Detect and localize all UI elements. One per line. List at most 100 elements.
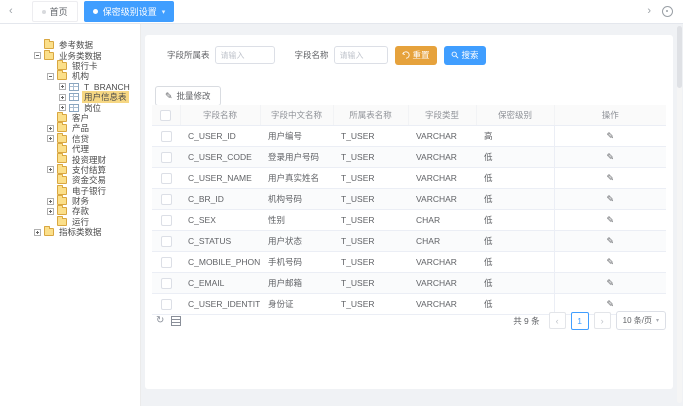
table-row: C_USER_CODE 登录用户号码 T_USER VARCHAR 低 ✎ — [152, 147, 666, 168]
edit-pencil-icon: ✎ — [165, 92, 173, 101]
expand-icon[interactable] — [47, 166, 54, 173]
spacer — [47, 146, 54, 153]
refresh-icon[interactable]: ↻ — [156, 316, 164, 326]
folder-icon — [57, 187, 67, 195]
current-page[interactable]: 1 — [571, 312, 589, 330]
tab-security-level-settings[interactable]: 保密级别设置 ▾ — [84, 1, 175, 22]
table-row: C_USER_NAME 用户真实姓名 T_USER VARCHAR 低 ✎ — [152, 168, 666, 189]
tab-dot-icon — [42, 10, 46, 14]
column-settings-icon[interactable] — [171, 316, 181, 326]
table-row: C_EMAIL 用户邮箱 T_USER VARCHAR 低 ✎ — [152, 273, 666, 294]
expand-icon[interactable] — [59, 83, 66, 90]
edit-pencil-icon[interactable]: ✎ — [606, 194, 614, 204]
tabs-scroll-left-icon[interactable]: ‹ — [6, 6, 16, 17]
row-checkbox[interactable] — [161, 215, 172, 226]
edit-pencil-icon[interactable]: ✎ — [606, 299, 614, 309]
cell-owner-table: T_USER — [333, 189, 408, 210]
tab-caret-down-icon[interactable]: ▾ — [162, 8, 166, 16]
expand-icon[interactable] — [47, 125, 54, 132]
tab-bar: ‹ 首页 保密级别设置 ▾ › — [0, 0, 683, 24]
total-count: 共 9 条 — [513, 315, 539, 327]
pagination: 共 9 条 ‹ 1 › 10 条/页 ▾ — [513, 311, 666, 330]
expand-icon[interactable] — [59, 104, 66, 111]
folder-icon — [57, 166, 67, 174]
page-size-value: 10 条/页 — [623, 315, 652, 326]
field-name-input[interactable] — [334, 46, 388, 64]
cell-owner-table: T_USER — [333, 168, 408, 189]
cell-field-name: C_BR_ID — [180, 189, 260, 210]
expand-icon[interactable] — [47, 208, 54, 215]
tree-node-organization[interactable]: 机构 — [0, 71, 140, 81]
row-checkbox[interactable] — [161, 152, 172, 163]
cell-security-level: 低 — [476, 273, 554, 294]
row-checkbox[interactable] — [161, 299, 172, 310]
cell-field-cn-name: 性别 — [260, 210, 333, 231]
batch-edit-button[interactable]: ✎ 批量修改 — [155, 86, 221, 106]
field-table-input[interactable] — [215, 46, 275, 64]
row-checkbox[interactable] — [161, 194, 172, 205]
row-checkbox[interactable] — [161, 173, 172, 184]
expand-icon[interactable] — [47, 135, 54, 142]
edit-pencil-icon[interactable]: ✎ — [606, 215, 614, 225]
table-header-row: 字段名称 字段中文名称 所属表名称 字段类型 保密级别 操作 — [152, 105, 666, 126]
cell-owner-table: T_USER — [333, 210, 408, 231]
cell-field-cn-name: 手机号码 — [260, 252, 333, 273]
row-checkbox[interactable] — [161, 236, 172, 247]
cell-security-level: 低 — [476, 210, 554, 231]
scrollbar-thumb[interactable] — [677, 26, 682, 88]
row-checkbox[interactable] — [161, 278, 172, 289]
expand-icon[interactable] — [34, 229, 41, 236]
folder-icon — [57, 124, 67, 132]
expand-icon[interactable] — [47, 198, 54, 205]
edit-pencil-icon[interactable]: ✎ — [606, 257, 614, 267]
tabs-scroll-right-icon[interactable]: › — [644, 6, 654, 17]
folder-icon — [57, 218, 67, 226]
col-security-level: 保密级别 — [476, 105, 554, 126]
cell-field-type: VARCHAR — [408, 147, 476, 168]
main-panel: 字段所属表 字段名称 重置 搜索 ✎ 批量修改 字段名称 字段中文名称 所属表名… — [145, 35, 673, 389]
cell-field-type: VARCHAR — [408, 189, 476, 210]
cell-field-name: C_USER_ID — [180, 126, 260, 147]
folder-icon — [57, 155, 67, 163]
folder-icon — [57, 176, 67, 184]
table-icon — [69, 83, 79, 91]
cell-owner-table: T_USER — [333, 147, 408, 168]
table-row: C_USER_ID 用户编号 T_USER VARCHAR 高 ✎ — [152, 126, 666, 147]
folder-icon — [57, 197, 67, 205]
select-all-checkbox[interactable] — [160, 110, 171, 121]
spacer — [47, 156, 54, 163]
refresh-left-icon — [402, 51, 410, 59]
expand-icon[interactable] — [59, 94, 66, 101]
tree-node-position[interactable]: 岗位 — [0, 102, 140, 112]
edit-pencil-icon[interactable]: ✎ — [606, 173, 614, 183]
active-tab-label: 保密级别设置 — [103, 5, 157, 18]
row-checkbox[interactable] — [161, 257, 172, 268]
tree-node-user-info-table[interactable]: 用户信息表 — [0, 92, 140, 102]
prev-page-button[interactable]: ‹ — [549, 312, 566, 329]
col-field-cn-name: 字段中文名称 — [260, 105, 333, 126]
search-button[interactable]: 搜索 — [444, 46, 486, 65]
row-checkbox[interactable] — [161, 131, 172, 142]
cell-field-type: VARCHAR — [408, 126, 476, 147]
page-scrollbar[interactable] — [677, 26, 682, 403]
tree-node-indicator-data[interactable]: 指标类数据 — [0, 227, 140, 237]
reset-button[interactable]: 重置 — [395, 46, 437, 65]
cell-security-level: 低 — [476, 252, 554, 273]
edit-pencil-icon[interactable]: ✎ — [606, 152, 614, 162]
edit-pencil-icon[interactable]: ✎ — [606, 278, 614, 288]
collapse-icon[interactable] — [47, 73, 54, 80]
tab-home[interactable]: 首页 — [32, 1, 78, 22]
tab-options-icon[interactable] — [662, 6, 673, 17]
spacer — [47, 114, 54, 121]
page-size-select[interactable]: 10 条/页 ▾ — [616, 311, 666, 330]
spacer — [47, 62, 54, 69]
edit-pencil-icon[interactable]: ✎ — [606, 131, 614, 141]
cell-owner-table: T_USER — [333, 252, 408, 273]
next-page-button[interactable]: › — [594, 312, 611, 329]
collapse-icon[interactable] — [34, 52, 41, 59]
cell-field-name: C_SEX — [180, 210, 260, 231]
data-category-tree: 参考数据 业务类数据 银行卡 机构 T_BRANCH 用户信息表 岗位 客户 产… — [0, 40, 140, 237]
edit-pencil-icon[interactable]: ✎ — [606, 236, 614, 246]
cell-field-name: C_USER_NAME — [180, 168, 260, 189]
folder-icon — [57, 114, 67, 122]
